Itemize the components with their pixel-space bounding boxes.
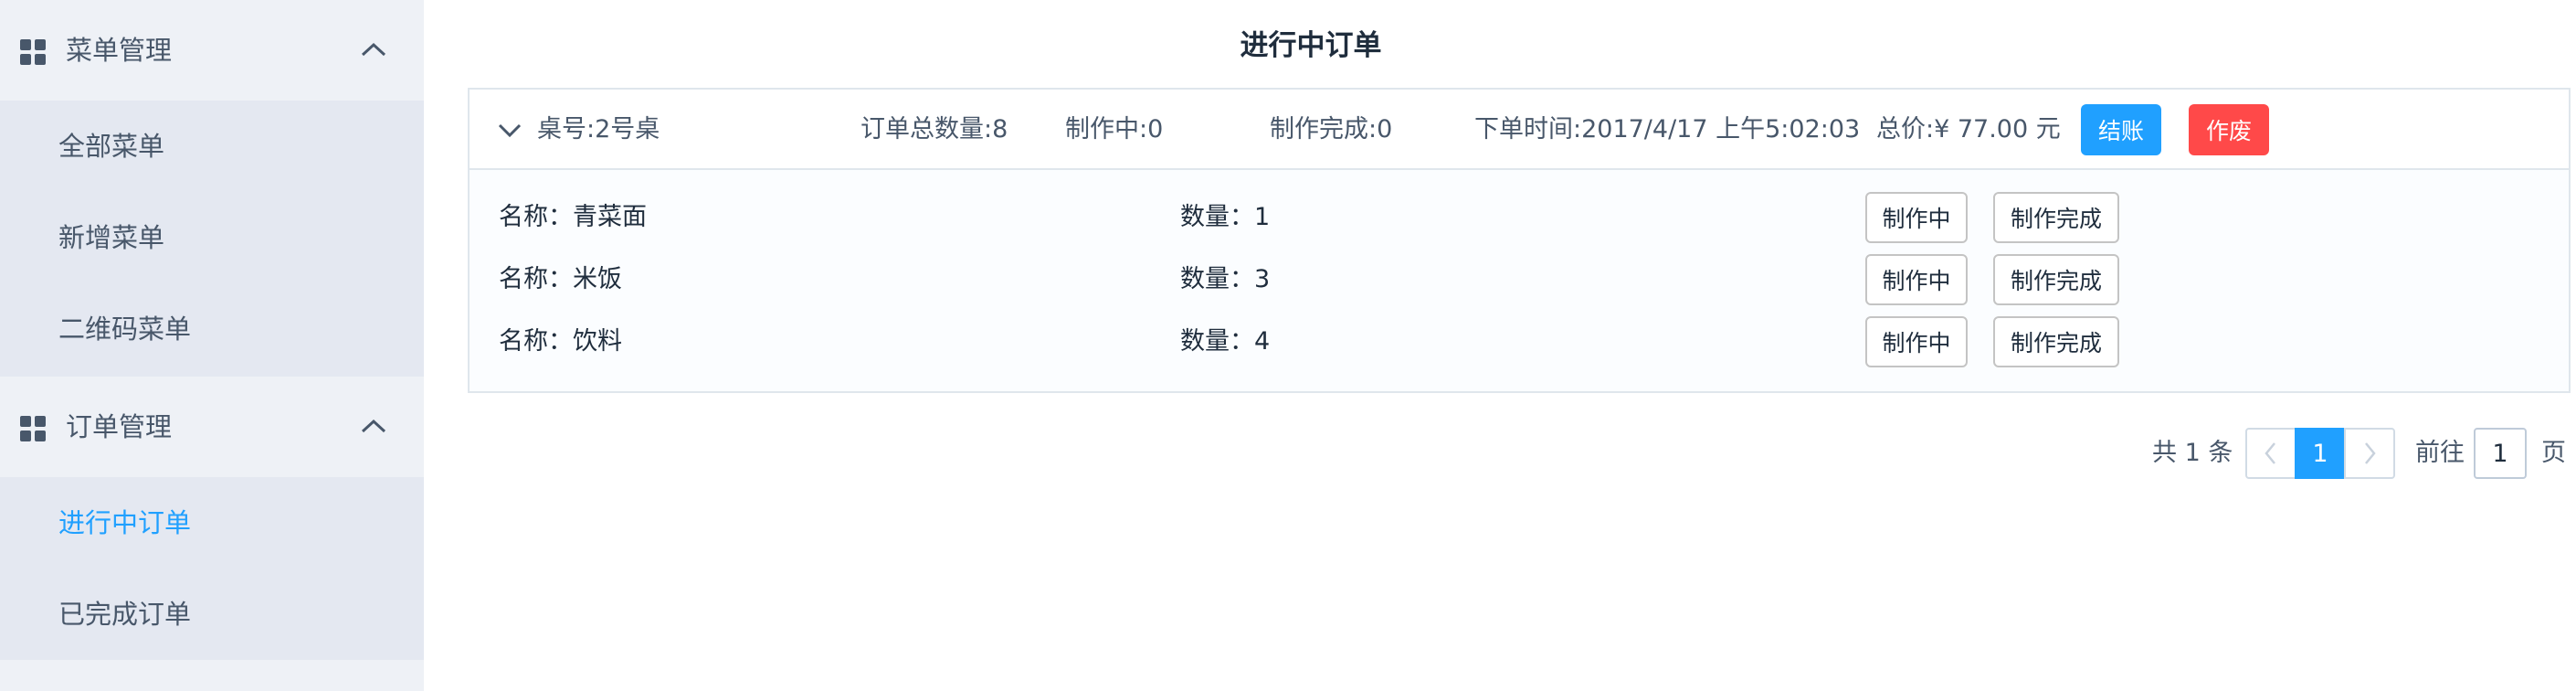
chevron-down-icon[interactable]: [497, 117, 523, 143]
chevron-up-icon: [361, 42, 386, 57]
grid-icon: [20, 39, 46, 65]
page-suffix: 页: [2541, 439, 2566, 467]
sidebar-item-add-menu[interactable]: 新增菜单: [0, 192, 424, 283]
sidebar-item-qrcode-menu[interactable]: 二维码菜单: [0, 283, 424, 375]
item-quantity: 数量：1: [1180, 203, 1271, 231]
sidebar-item-all-menus[interactable]: 全部菜单: [0, 101, 424, 192]
completed-count: 制作完成:0: [1270, 115, 1393, 144]
list-item: 名称：米饭 数量：3 制作中 制作完成: [470, 249, 2569, 311]
order-card: 桌号:2号桌 订单总数量:8 制作中:0 制作完成:0 下单时间:2017/4/…: [468, 88, 2571, 393]
mark-cooking-button[interactable]: 制作中: [1865, 254, 1968, 305]
pagination-total: 共 1 条: [2152, 439, 2233, 467]
submenu-order-management: 进行中订单 已完成订单: [0, 477, 424, 660]
chevron-right-icon: [2365, 442, 2376, 464]
order-header[interactable]: 桌号:2号桌 订单总数量:8 制作中:0 制作完成:0 下单时间:2017/4/…: [470, 90, 2569, 170]
item-quantity: 数量：3: [1180, 265, 1271, 293]
sidebar-item-label: 已完成订单: [58, 599, 192, 630]
total-price: 总价:¥ 77.00 元: [1876, 115, 2061, 144]
item-name: 名称：饮料: [499, 327, 622, 356]
order-time: 下单时间:2017/4/17 上午5:02:03: [1474, 115, 1861, 144]
mark-done-button[interactable]: 制作完成: [1993, 192, 2119, 243]
prev-page-button[interactable]: [2245, 428, 2296, 479]
grid-icon: [20, 416, 46, 441]
item-quantity: 数量：4: [1180, 327, 1271, 356]
order-items: 名称：青菜面 数量：1 制作中 制作完成 名称：米饭 数量：3 制作中 制作完成…: [470, 170, 2569, 391]
sidebar-item-label: 二维码菜单: [58, 314, 192, 345]
sidebar-item-completed-orders[interactable]: 已完成订单: [0, 569, 424, 660]
mark-cooking-button[interactable]: 制作中: [1865, 192, 1968, 243]
list-item: 名称：饮料 数量：4 制作中 制作完成: [470, 311, 2569, 373]
sidebar-item-label: 新增菜单: [58, 222, 165, 253]
menu-group-title: 订单管理: [66, 411, 173, 442]
void-button[interactable]: 作废: [2189, 104, 2269, 155]
menu-group-order-management[interactable]: 订单管理: [0, 377, 424, 477]
sidebar-item-active-orders[interactable]: 进行中订单: [0, 477, 424, 569]
mark-done-button[interactable]: 制作完成: [1993, 316, 2119, 367]
mark-done-button[interactable]: 制作完成: [1993, 254, 2119, 305]
sidebar-item-label: 全部菜单: [58, 131, 165, 162]
checkout-button[interactable]: 结账: [2081, 104, 2161, 155]
goto-page-input[interactable]: [2474, 428, 2527, 479]
menu-group-title: 菜单管理: [66, 35, 173, 66]
item-name: 名称：青菜面: [499, 203, 647, 231]
list-item: 名称：青菜面 数量：1 制作中 制作完成: [470, 186, 2569, 249]
chevron-left-icon: [2265, 442, 2275, 464]
in-progress-count: 制作中:0: [1065, 115, 1164, 144]
next-page-button[interactable]: [2344, 428, 2395, 479]
sidebar: 菜单管理 全部菜单 新增菜单 二维码菜单 订单管理 进行中订单 已完成订单: [0, 0, 424, 691]
order-total-quantity: 订单总数量:8: [860, 115, 1008, 144]
table-number: 桌号:2号桌: [537, 115, 660, 144]
menu-group-menu-management[interactable]: 菜单管理: [0, 0, 424, 101]
chevron-up-icon: [361, 419, 386, 433]
goto-label: 前往: [2415, 439, 2465, 467]
mark-cooking-button[interactable]: 制作中: [1865, 316, 1968, 367]
submenu-menu-management: 全部菜单 新增菜单 二维码菜单: [0, 101, 424, 377]
sidebar-item-label: 进行中订单: [58, 507, 192, 538]
page-number-current[interactable]: 1: [2295, 428, 2346, 479]
item-name: 名称：米饭: [499, 265, 622, 293]
page-title: 进行中订单: [1240, 29, 1382, 62]
